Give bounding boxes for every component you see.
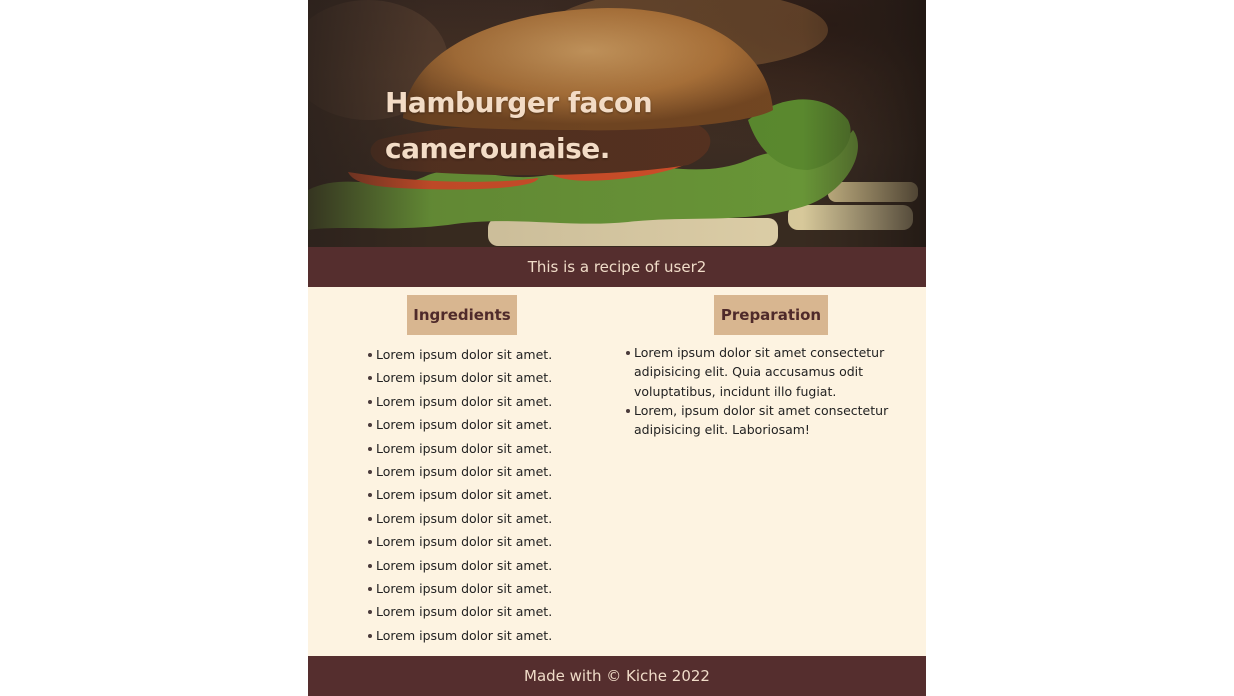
ingredient-item: Lorem ipsum dolor sit amet. — [368, 577, 608, 600]
ingredient-item: Lorem ipsum dolor sit amet. — [368, 413, 608, 436]
preparation-heading: Preparation — [714, 295, 828, 335]
ingredient-item: Lorem ipsum dolor sit amet. — [368, 554, 608, 577]
ingredient-item: Lorem ipsum dolor sit amet. — [368, 437, 608, 460]
preparation-step: Lorem ipsum dolor sit amet consectetur a… — [626, 343, 906, 401]
recipe-author-banner: This is a recipe of user2 — [308, 247, 926, 287]
page-footer: Made with © Kiche 2022 — [308, 656, 926, 696]
hero-image: Hamburger facon camerounaise. — [308, 0, 926, 247]
preparation-section: Preparation — [617, 295, 926, 335]
ingredients-section: Ingredients Lorem ipsum dolor sit amet. … — [308, 295, 617, 643]
ingredients-heading: Ingredients — [407, 295, 517, 335]
ingredient-item: Lorem ipsum dolor sit amet. — [368, 460, 608, 483]
ingredient-item: Lorem ipsum dolor sit amet. — [368, 366, 608, 389]
preparation-list: Lorem ipsum dolor sit amet consectetur a… — [626, 343, 906, 439]
ingredient-item: Lorem ipsum dolor sit amet. — [368, 530, 608, 553]
preparation-step: Lorem, ipsum dolor sit amet consectetur … — [626, 401, 906, 440]
ingredient-item: Lorem ipsum dolor sit amet. — [368, 390, 608, 413]
ingredient-item: Lorem ipsum dolor sit amet. — [368, 483, 608, 506]
ingredient-item: Lorem ipsum dolor sit amet. — [368, 507, 608, 530]
recipe-card: Hamburger facon camerounaise. This is a … — [308, 0, 926, 696]
ingredient-item: Lorem ipsum dolor sit amet. — [368, 624, 608, 647]
ingredient-item: Lorem ipsum dolor sit amet. — [368, 343, 608, 366]
ingredient-item: Lorem ipsum dolor sit amet. — [368, 600, 608, 623]
recipe-title: Hamburger facon camerounaise. — [385, 86, 653, 165]
ingredients-list: Lorem ipsum dolor sit amet. Lorem ipsum … — [368, 343, 608, 647]
